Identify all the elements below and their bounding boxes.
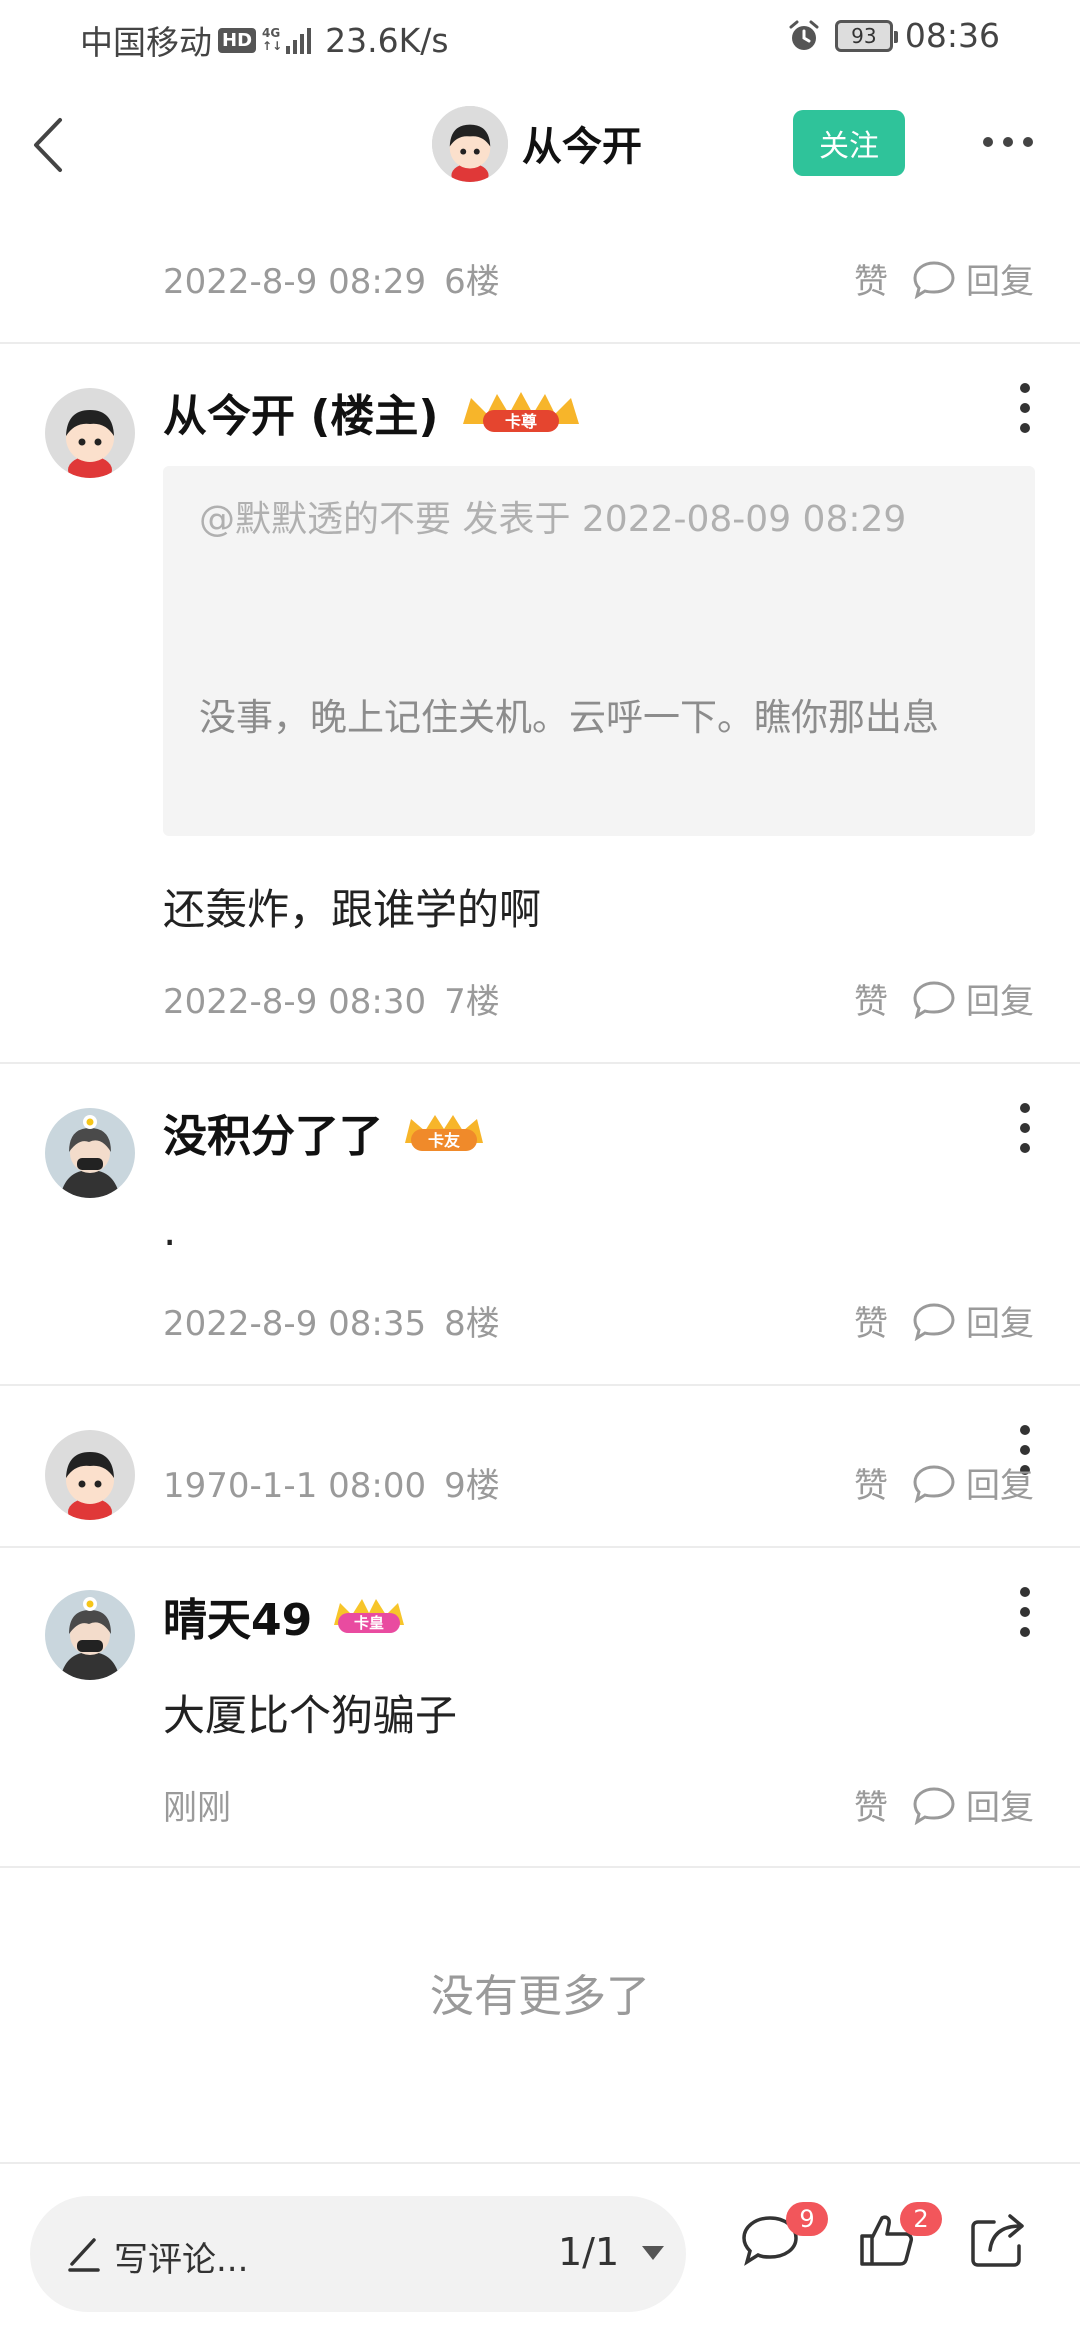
post-content: 大厦比个狗骗子 bbox=[163, 1691, 458, 1740]
header-title[interactable]: 从今开 bbox=[522, 114, 642, 172]
badge-text: 卡友 bbox=[428, 1131, 461, 1150]
post-7-meta: 2022-8-9 08:30 7楼 赞 回复 bbox=[0, 974, 1080, 1044]
comment-bubble-icon[interactable] bbox=[912, 979, 956, 1019]
post-time: 刚刚 bbox=[163, 1788, 231, 1828]
username[interactable]: 没积分了了 卡友 bbox=[163, 1100, 487, 1164]
network-type-bottom: ↑↓ bbox=[262, 39, 283, 53]
signal-icon bbox=[286, 26, 312, 54]
reply-button[interactable]: 回复 bbox=[966, 254, 1034, 303]
post-time: 2022-8-9 08:30 bbox=[163, 982, 427, 1022]
post-floor: 9楼 bbox=[444, 1466, 500, 1506]
status-left: 中国移动 HD 4G ↑↓ 23.6K/s bbox=[80, 16, 449, 64]
status-right: 93 08:36 bbox=[787, 16, 1000, 55]
crown-badge-icon: 卡友 bbox=[405, 1115, 483, 1151]
share-icon[interactable] bbox=[968, 2210, 1028, 2270]
post-10-meta: 刚刚 赞 回复 bbox=[0, 1780, 1080, 1850]
like-button[interactable]: 赞 bbox=[854, 254, 888, 303]
likes-count-badge: 2 bbox=[900, 2202, 942, 2236]
post-time: 2022-8-9 08:29 bbox=[163, 262, 427, 302]
carrier-name: 中国移动 bbox=[80, 23, 212, 62]
post-6-meta: 2022-8-9 08:29 6楼 赞 回复 bbox=[0, 254, 1080, 324]
comment-bubble-icon[interactable] bbox=[912, 1463, 956, 1503]
status-bar: 中国移动 HD 4G ↑↓ 23.6K/s 93 08:36 bbox=[0, 0, 1080, 76]
post-time: 2022-8-9 08:35 bbox=[163, 1304, 427, 1344]
network-type: 4G ↑↓ bbox=[262, 27, 282, 53]
more-vertical-icon[interactable] bbox=[1012, 1098, 1038, 1158]
avatar[interactable] bbox=[45, 388, 135, 478]
comment-bubble-icon[interactable] bbox=[912, 1785, 956, 1825]
follow-button[interactable]: 关注 bbox=[793, 110, 905, 176]
like-button[interactable]: 赞 bbox=[854, 1780, 888, 1829]
author-avatar[interactable] bbox=[432, 106, 508, 182]
divider bbox=[0, 1866, 1080, 1868]
username[interactable]: 从今开 (楼主) 卡尊 bbox=[163, 380, 585, 444]
divider bbox=[0, 1546, 1080, 1548]
reply-button[interactable]: 回复 bbox=[966, 1458, 1034, 1507]
like-button[interactable]: 赞 bbox=[854, 974, 888, 1023]
username[interactable]: 晴天49 卡皇 bbox=[163, 1584, 408, 1648]
badge-text: 卡尊 bbox=[505, 412, 537, 431]
more-options-icon[interactable] bbox=[980, 132, 1036, 152]
boy-avatar-icon bbox=[432, 106, 508, 182]
post-content: 还轰炸，跟谁学的啊 bbox=[163, 885, 542, 934]
comments-count-badge: 9 bbox=[786, 2202, 828, 2236]
comment-placeholder: 写评论... bbox=[114, 2240, 249, 2280]
post-actions: 赞 回复 bbox=[854, 1458, 1034, 1507]
masked-boy-avatar-icon bbox=[45, 1108, 135, 1198]
comment-bubble-icon[interactable] bbox=[912, 259, 956, 299]
back-icon[interactable] bbox=[26, 110, 70, 180]
bottom-bar: 写评论... 1/1 9 2 bbox=[0, 2162, 1080, 2340]
post-8-meta: 2022-8-9 08:35 8楼 赞 回复 bbox=[0, 1296, 1080, 1366]
post-floor: 8楼 bbox=[444, 1304, 500, 1344]
divider bbox=[0, 1384, 1080, 1386]
username-text: 没积分了了 bbox=[163, 1111, 383, 1162]
quote-body: 没事，晚上记住关机。云呼一下。瞧你那出息 bbox=[199, 696, 939, 739]
reply-button[interactable]: 回复 bbox=[966, 974, 1034, 1023]
quote-header: @默默透的不要 发表于 2022-08-09 08:29 bbox=[199, 499, 907, 540]
boy-avatar-icon bbox=[45, 388, 135, 478]
network-speed: 23.6K/s bbox=[325, 20, 449, 60]
badge-text: 卡皇 bbox=[354, 1614, 384, 1632]
page-indicator[interactable]: 1/1 bbox=[558, 2230, 619, 2274]
header: 从今开 关注 bbox=[0, 76, 1080, 214]
pen-icon bbox=[68, 2238, 100, 2272]
crown-badge-icon: 卡尊 bbox=[462, 392, 579, 432]
reply-button[interactable]: 回复 bbox=[966, 1780, 1034, 1829]
post-9-meta: 1970-1-1 08:00 9楼 赞 回复 bbox=[0, 1458, 1080, 1528]
post-floor: 6楼 bbox=[444, 262, 500, 302]
like-button[interactable]: 赞 bbox=[854, 1296, 888, 1345]
more-vertical-icon[interactable] bbox=[1012, 378, 1038, 438]
no-more-text: 没有更多了 bbox=[430, 1971, 650, 2022]
post-actions: 赞 回复 bbox=[854, 1780, 1034, 1829]
post-time: 1970-1-1 08:00 bbox=[163, 1466, 427, 1506]
avatar[interactable] bbox=[45, 1108, 135, 1198]
username-text: 从今开 (楼主) bbox=[163, 391, 439, 442]
divider bbox=[0, 342, 1080, 344]
battery-icon: 93 bbox=[834, 19, 898, 52]
quoted-post[interactable]: @默默透的不要 发表于 2022-08-09 08:29 没事，晚上记住关机。云… bbox=[163, 466, 1035, 836]
post-actions: 赞 回复 bbox=[854, 1296, 1034, 1345]
post-content: . bbox=[163, 1206, 177, 1255]
crown-badge-icon: 卡皇 bbox=[334, 1599, 405, 1633]
post-actions: 赞 回复 bbox=[854, 974, 1034, 1023]
like-button[interactable]: 赞 bbox=[854, 1458, 888, 1507]
caret-down-icon[interactable] bbox=[640, 2244, 666, 2262]
post-actions: 赞 回复 bbox=[854, 254, 1034, 303]
alarm-icon bbox=[789, 20, 819, 50]
more-vertical-icon[interactable] bbox=[1012, 1582, 1038, 1642]
clock: 08:36 bbox=[904, 16, 1000, 55]
hd-badge: HD bbox=[218, 27, 257, 53]
comment-bubble-icon[interactable] bbox=[912, 1301, 956, 1341]
reply-button[interactable]: 回复 bbox=[966, 1296, 1034, 1345]
username-text: 晴天49 bbox=[163, 1595, 313, 1646]
avatar[interactable] bbox=[45, 1590, 135, 1680]
post-floor: 7楼 bbox=[444, 982, 500, 1022]
divider bbox=[0, 1062, 1080, 1064]
masked-boy-avatar-icon bbox=[45, 1590, 135, 1680]
write-comment-input[interactable]: 写评论... 1/1 bbox=[30, 2196, 686, 2312]
battery-level: 93 bbox=[851, 23, 877, 48]
